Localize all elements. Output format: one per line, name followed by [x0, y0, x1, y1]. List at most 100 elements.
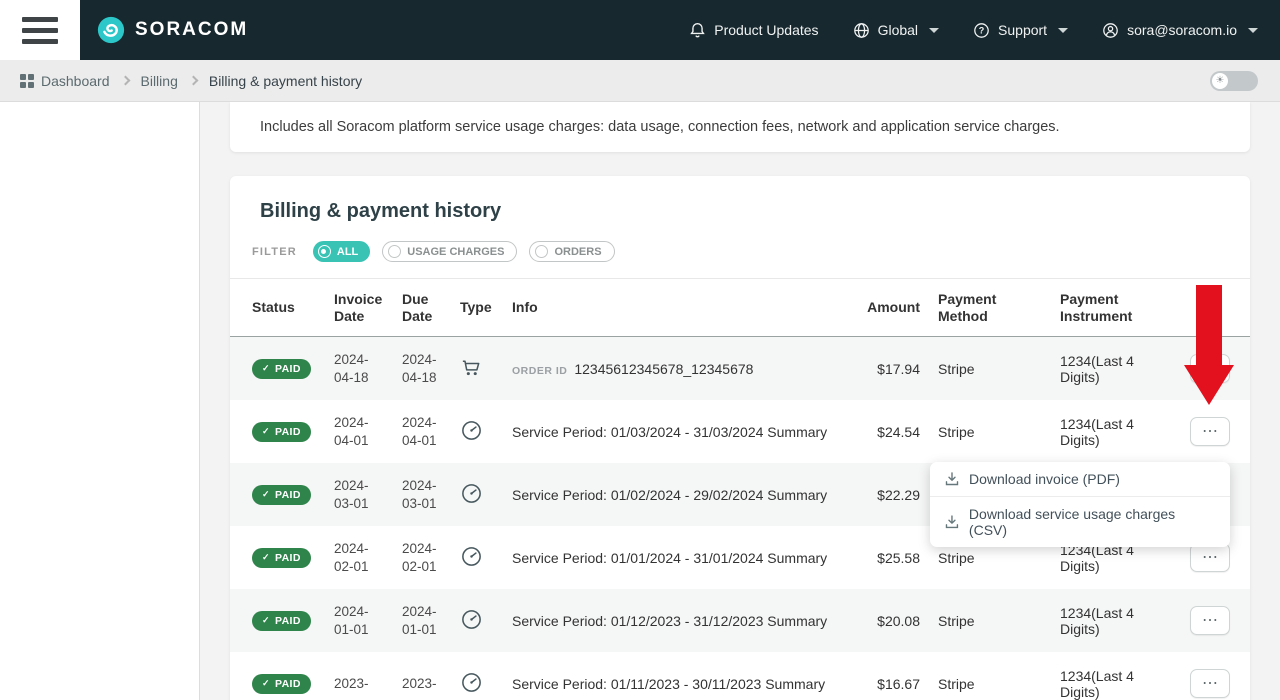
account-email: sora@soracom.io [1127, 22, 1237, 38]
col-amount: Amount [828, 299, 920, 316]
payment-instrument: 1234(Last 4 Digits) [1042, 605, 1170, 637]
row-info: Service Period: 01/01/2024 - 31/01/2024 … [512, 550, 828, 566]
globe-icon [853, 22, 870, 39]
amount: $25.58 [828, 550, 920, 566]
download-invoice-pdf[interactable]: Download invoice (PDF) [930, 462, 1230, 496]
main-content: Includes all Soracom platform service us… [200, 102, 1280, 700]
breadcrumb-current: Billing & payment history [209, 73, 362, 89]
col-type: Type [460, 299, 512, 316]
user-icon [1102, 22, 1119, 39]
invoice-date: 2024-03-01 [334, 477, 402, 513]
invoice-date: 2024-01-01 [334, 603, 402, 639]
sidebar [0, 102, 200, 700]
amount: $16.67 [828, 676, 920, 692]
row-actions-button[interactable]: ⋯ [1190, 669, 1230, 698]
radio-icon [318, 245, 331, 258]
dashboard-grid-icon [20, 74, 34, 88]
payment-instrument: 1234(Last 4 Digits) [1042, 668, 1170, 700]
table-row: ✓PAID 2023- 2023- Service Period: 01/11/… [230, 652, 1250, 700]
col-payment-method: Payment Method [920, 291, 1042, 325]
chevron-down-icon [1058, 28, 1068, 33]
brand-text: SORACOM [135, 19, 248, 41]
due-date: 2024-03-01 [402, 477, 460, 513]
download-icon [944, 514, 960, 530]
check-icon: ✓ [262, 426, 270, 437]
due-date: 2024-04-01 [402, 414, 460, 450]
chevron-right-icon [188, 76, 198, 86]
col-payment-instrument: Payment Instrument [1042, 291, 1170, 325]
billing-history-card: Billing & payment history FILTER ALL USA… [230, 176, 1250, 700]
row-actions-menu: Download invoice (PDF) Download service … [930, 462, 1230, 547]
row-info: Service Period: 01/12/2023 - 31/12/2023 … [512, 613, 828, 629]
breadcrumb-label: Dashboard [41, 73, 110, 89]
global-menu[interactable]: Global [853, 22, 939, 39]
row-info: Service Period: 01/03/2024 - 31/03/2024 … [512, 424, 828, 440]
due-date: 2023- [402, 675, 460, 693]
filter-option-usage-charges[interactable]: USAGE CHARGES [382, 241, 517, 262]
download-usage-csv[interactable]: Download service usage charges (CSV) [930, 496, 1230, 547]
payment-method: Stripe [920, 550, 1042, 566]
table-header: Status Invoice Date Due Date Type Info A… [230, 279, 1250, 337]
svg-text:?: ? [979, 25, 985, 35]
breadcrumb-billing[interactable]: Billing [141, 73, 178, 89]
radio-icon [388, 245, 401, 258]
ellipsis-icon: ⋯ [1202, 549, 1218, 566]
col-info: Info [512, 299, 828, 316]
soracom-logo-icon [96, 15, 126, 45]
status-badge: ✓PAID [252, 548, 311, 568]
sun-icon: ☀ [1212, 73, 1228, 89]
table-row: ✓PAID 2024-04-18 2024-04-18 ORDER ID1234… [230, 337, 1250, 400]
row-actions-button[interactable]: ⋯ [1190, 417, 1230, 446]
chevron-right-icon [120, 76, 130, 86]
chevron-down-icon [1248, 28, 1258, 33]
filter-label: FILTER [252, 246, 297, 258]
invoice-date: 2024-02-01 [334, 540, 402, 576]
status-badge: ✓PAID [252, 485, 311, 505]
status-badge: ✓PAID [252, 422, 311, 442]
status-badge: ✓PAID [252, 359, 311, 379]
usage-charges-card: Includes all Soracom platform service us… [230, 102, 1250, 152]
breadcrumb: Dashboard Billing Billing & payment hist… [0, 60, 1280, 102]
gauge-icon [460, 482, 512, 508]
amount: $20.08 [828, 613, 920, 629]
row-actions-button[interactable]: ⋯ [1190, 606, 1230, 635]
payment-method: Stripe [920, 424, 1042, 440]
invoice-date: 2023- [334, 675, 402, 693]
check-icon: ✓ [262, 363, 270, 374]
ellipsis-icon: ⋯ [1202, 423, 1218, 440]
due-date: 2024-02-01 [402, 540, 460, 576]
hamburger-icon [22, 17, 58, 22]
bell-icon [689, 22, 706, 39]
check-icon: ✓ [262, 678, 270, 689]
filter-option-orders[interactable]: ORDERS [529, 241, 614, 262]
filter-option-all[interactable]: ALL [313, 241, 370, 262]
support-menu[interactable]: ? Support [973, 22, 1068, 39]
menu-toggle-button[interactable] [0, 0, 80, 60]
ellipsis-icon: ⋯ [1202, 612, 1218, 629]
row-actions-button[interactable]: ⋯ [1190, 543, 1230, 572]
account-menu[interactable]: sora@soracom.io [1102, 22, 1258, 39]
cart-icon [460, 356, 512, 382]
soracom-logo[interactable]: SORACOM [96, 15, 248, 45]
breadcrumb-dashboard[interactable]: Dashboard [20, 73, 110, 89]
breadcrumb-label: Billing [141, 73, 178, 89]
download-icon [944, 471, 960, 487]
check-icon: ✓ [262, 489, 270, 500]
annotation-arrow [1196, 285, 1222, 366]
product-updates-button[interactable]: Product Updates [689, 22, 818, 39]
page-title: Billing & payment history [230, 176, 1250, 235]
dark-mode-toggle[interactable]: ☀ [1210, 71, 1258, 91]
col-status: Status [252, 299, 334, 316]
amount: $24.54 [828, 424, 920, 440]
support-label: Support [998, 22, 1047, 38]
global-label: Global [878, 22, 918, 38]
col-due-date: Due Date [402, 291, 460, 325]
table-row: ✓PAID 2024-01-01 2024-01-01 Service Peri… [230, 589, 1250, 652]
payment-method: Stripe [920, 676, 1042, 692]
due-date: 2024-04-18 [402, 351, 460, 387]
gauge-icon [460, 671, 512, 697]
gauge-icon [460, 608, 512, 634]
chevron-down-icon [929, 28, 939, 33]
product-updates-label: Product Updates [714, 22, 818, 38]
row-info: Service Period: 01/02/2024 - 29/02/2024 … [512, 487, 828, 503]
